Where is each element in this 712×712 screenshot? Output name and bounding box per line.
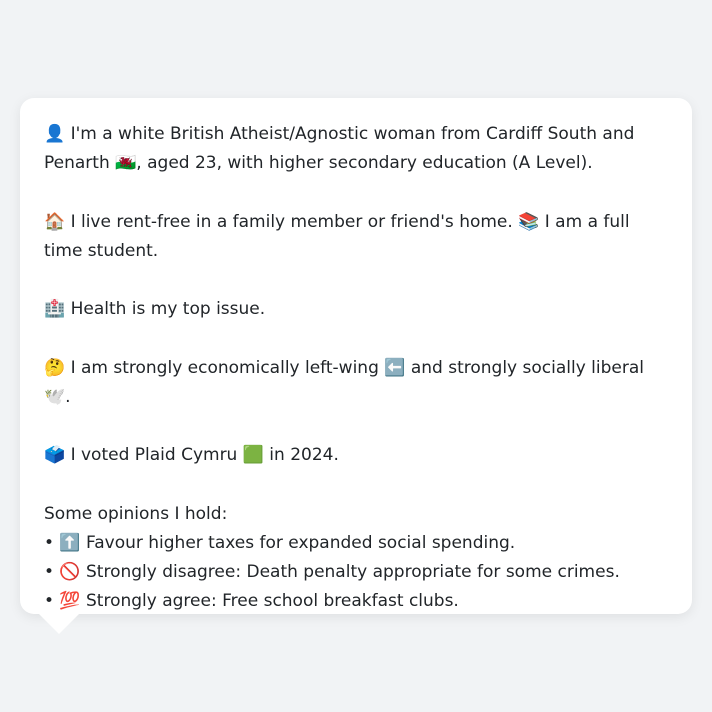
bubble-tail [38,613,80,634]
opinion-item: • ⬆️ Favour higher taxes for expanded so… [44,532,516,553]
ideology-text: 🤔 I am strongly economically left-wing ⬅… [44,357,644,407]
persona-message-bubble: 👤 I'm a white British Atheist/Agnostic w… [20,98,692,614]
opinion-item: • 💯 Strongly agree: Free school breakfas… [44,590,459,611]
opinions-list: • ⬆️ Favour higher taxes for expanded so… [44,529,668,616]
opinions-heading: Some opinions I hold: [44,503,228,524]
opinion-item: • 🚫 Strongly disagree: Death penalty app… [44,561,620,582]
intro-text: 👤 I'm a white British Atheist/Agnostic w… [44,124,635,173]
housing-text: 🏠 I live rent-free in a family member or… [44,211,630,261]
vote-text: 🗳️ I voted Plaid Cymru 🟩 in 2024. [44,445,339,465]
top-issue-text: 🏥 Health is my top issue. [44,299,266,319]
